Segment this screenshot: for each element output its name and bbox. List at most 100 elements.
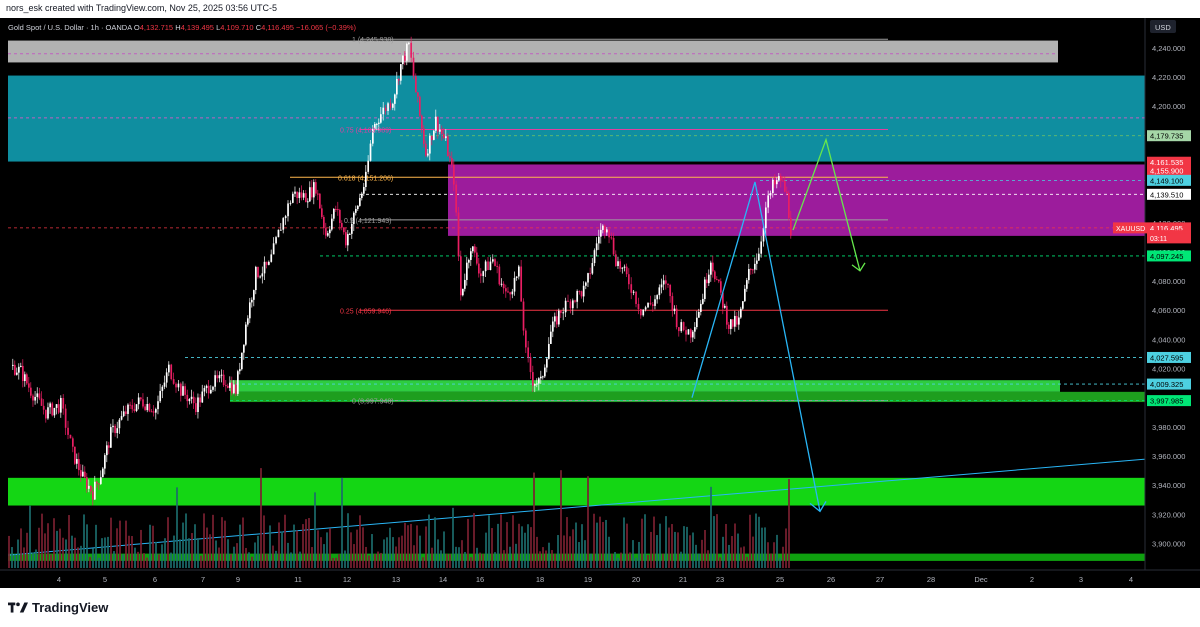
volume-bar	[71, 535, 73, 568]
candle-body	[682, 322, 685, 331]
volume-bar	[65, 539, 67, 568]
volume-bar	[239, 524, 241, 568]
volume-bar	[56, 530, 58, 568]
candle-body	[673, 308, 676, 311]
candle-body	[724, 305, 726, 308]
volume-bar	[29, 505, 31, 568]
volume-bar	[95, 524, 97, 568]
volume-bar	[536, 536, 538, 568]
candle-body	[612, 237, 615, 255]
candle-body	[732, 319, 734, 327]
volume-bar	[707, 550, 709, 568]
candle-body	[431, 135, 433, 140]
candle-body	[74, 446, 76, 464]
volume-bar	[611, 553, 613, 568]
grey-supply-zone	[8, 40, 1058, 63]
volume-bar	[14, 554, 16, 568]
volume-bar	[452, 507, 454, 568]
candle-body	[188, 398, 191, 402]
volume-bar	[734, 523, 736, 568]
candle-body	[445, 136, 447, 139]
volume-bar	[281, 531, 283, 568]
candle-body	[261, 273, 264, 277]
candle-body	[142, 399, 144, 407]
volume-bar	[632, 540, 634, 568]
candle-body	[203, 388, 206, 392]
volume-bar	[695, 544, 697, 568]
volume-bar	[722, 536, 724, 568]
candle-body	[744, 288, 746, 302]
candle-body	[247, 318, 249, 325]
volume-bar	[290, 552, 292, 568]
volume-bar	[683, 526, 685, 568]
candle-body	[576, 291, 579, 302]
candle-body	[552, 321, 554, 332]
candle-body	[14, 364, 16, 375]
candle-body	[170, 364, 173, 380]
price-label: 4,179.735	[1150, 132, 1183, 141]
candle-body	[100, 477, 102, 484]
volume-bar	[374, 553, 376, 568]
time-axis[interactable]	[0, 570, 1200, 588]
header-text: nors_esk created with TradingView.com, N…	[6, 3, 277, 13]
candle-body	[421, 115, 423, 129]
candle-body	[520, 266, 523, 302]
volume-bar	[38, 527, 40, 568]
candle-body	[225, 385, 227, 387]
candle-body	[284, 216, 287, 219]
candle-body	[702, 298, 704, 304]
candle-body	[245, 324, 247, 345]
candle-body	[554, 316, 556, 322]
volume-bar	[644, 514, 646, 568]
candle-body	[756, 260, 758, 264]
candle-body	[778, 176, 780, 181]
candle-body	[505, 288, 507, 292]
candle-body	[404, 55, 406, 61]
fib-label: 0 (3,997.948)	[352, 399, 394, 406]
volume-bar	[341, 477, 343, 568]
volume-bar	[161, 544, 163, 568]
candle-body	[767, 195, 770, 208]
volume-bar	[497, 523, 499, 568]
candle-body	[660, 284, 663, 288]
candle-body	[249, 302, 251, 319]
candle-body	[548, 343, 550, 359]
candle-body	[694, 327, 696, 332]
volume-bar	[428, 514, 430, 568]
volume-bar	[575, 522, 577, 568]
volume-bar	[143, 553, 145, 568]
candle-body	[706, 279, 708, 284]
y-tick-label: 4,060.000	[1152, 306, 1185, 315]
candle-body	[772, 179, 774, 194]
volume-bar	[674, 531, 676, 568]
volume-bar	[578, 542, 580, 568]
volume-bar	[284, 514, 286, 568]
volume-bar	[404, 522, 406, 568]
volume-bar	[530, 527, 532, 568]
volume-bar	[332, 557, 334, 568]
volume-bar	[593, 513, 595, 568]
candle-body	[140, 397, 142, 400]
candle-body	[415, 76, 417, 93]
volume-bar	[434, 517, 436, 568]
candle-body	[292, 193, 294, 203]
volume-bar	[494, 552, 496, 568]
volume-bar	[248, 552, 250, 568]
volume-bar	[527, 524, 529, 568]
volume-bar	[140, 529, 142, 568]
volume-bar	[233, 546, 235, 568]
price-label: 3,997.985	[1150, 397, 1183, 406]
candle-body	[199, 397, 201, 403]
y-tick-label: 4,040.000	[1152, 335, 1185, 344]
candle-body	[578, 291, 581, 293]
volume-bar	[545, 550, 547, 568]
candle-body	[112, 425, 114, 428]
candle-body	[680, 322, 683, 332]
candle-body	[589, 273, 592, 275]
volume-bar	[464, 551, 466, 568]
volume-bar	[365, 546, 367, 568]
volume-bar	[8, 535, 10, 568]
x-tick-label: 6	[153, 575, 157, 584]
price-chart[interactable]: 1 (4,245.938) 0.75 (4,183.989) 0.618 (4,15…	[0, 18, 1200, 588]
candle-body	[457, 212, 460, 257]
